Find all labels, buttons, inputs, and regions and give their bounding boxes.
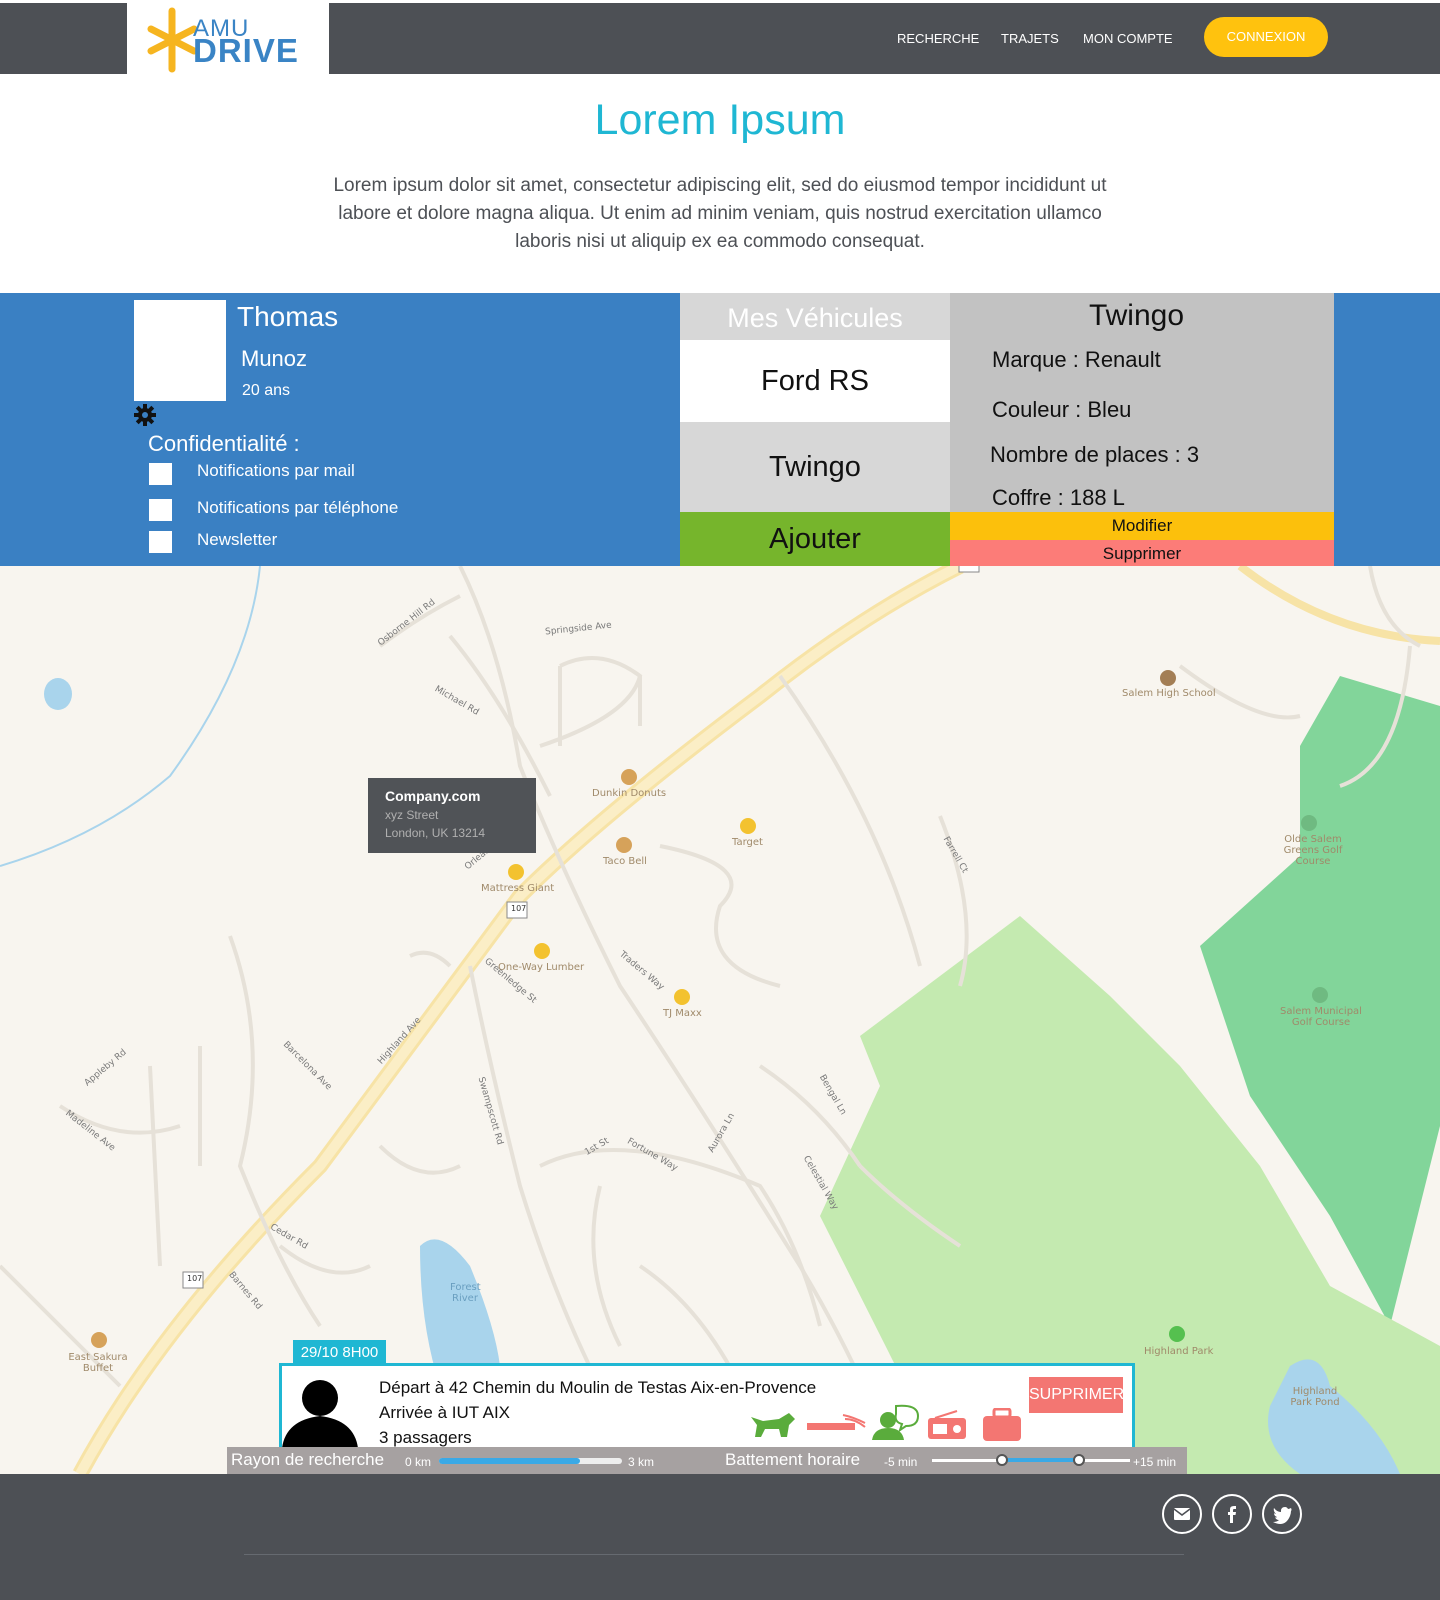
gear-icon[interactable] [134,404,156,426]
twitter-icon[interactable] [1262,1494,1302,1534]
radio-icon [928,1410,966,1439]
time-min-label: -5 min [884,1455,918,1469]
time-max-label: +15 min [1133,1455,1177,1469]
avatar[interactable] [134,300,226,401]
phone-notifications-label: Notifications par téléphone [197,498,399,517]
poi-label: Dunkin Donuts [592,788,667,799]
route-shield-label: 107 [963,566,978,567]
age: 20 ans [242,382,291,399]
radius-label: Rayon de recherche [231,1450,385,1469]
mail-notifications-checkbox[interactable] [149,463,172,485]
map-canvas [0,566,1440,1474]
vehicle-trunk: Coffre : 188 L [992,485,1125,510]
radius-min-label: 0 km [405,1455,432,1469]
time-window-range [1002,1458,1079,1462]
vehicles-panel: Mes Véhicules Ford RS Twingo Ajouter [680,293,950,566]
nav-mon-compte[interactable]: MON COMPTE [1083,31,1173,46]
poi-label: TJ Maxx [663,1008,702,1019]
delete-trip-button[interactable]: SUPPRIMER [1029,1377,1124,1413]
footer-divider [244,1554,1184,1555]
user-silhouette-icon [282,1380,358,1448]
map-tooltip-street: xyz Street [385,808,439,822]
privacy-title: Confidentialité : [148,431,300,456]
trip-departure: Départ à 42 Chemin du Moulin de Testas A… [379,1378,817,1397]
logo[interactable]: AMU DRIVE [127,3,329,74]
add-vehicle-button[interactable]: Ajouter [680,512,950,566]
phone-notifications-checkbox[interactable] [149,499,172,521]
last-name: Munoz [241,346,308,371]
vehicle-detail-title: Twingo [1088,299,1185,332]
poi-label: Mattress Giant [481,883,555,894]
newsletter-label: Newsletter [197,530,278,549]
route-shield-label: 107 [511,904,527,913]
star-logo-icon [147,7,198,73]
trip-passengers: 3 passagers [379,1428,472,1447]
vehicle-color: Couleur : Bleu [992,397,1132,422]
highland-ave-road [72,566,964,1474]
time-window-label: Battement horaire [725,1450,861,1469]
vehicle-brand: Marque : Renault [992,347,1161,372]
filters-bar: Rayon de recherche 0 km 3 km Battement h… [227,1447,1187,1474]
poi-label: Highland Park Pond [1290,1386,1340,1408]
poi-label: Olde Salem Greens Golf Course [1283,834,1343,867]
poi-label: East Sakura Buffet [68,1352,128,1374]
radius-slider-fill [439,1458,580,1464]
poi-label: Taco Bell [603,856,647,867]
route-shield-label: 107 [187,1274,203,1283]
facebook-icon[interactable] [1212,1494,1252,1534]
poi-label: Salem High School [1122,688,1216,699]
vehicle-seats: Nombre de places : 3 [990,442,1200,467]
nav-recherche[interactable]: RECHERCHE [897,31,979,46]
radius-slider[interactable] [439,1458,622,1464]
map-tooltip: Company.com xyz Street London, UK 13214 [368,778,536,853]
smoking-icon [807,1414,866,1430]
poi-label: One-Way Lumber [498,962,585,973]
vehicle-item-twingo[interactable]: Twingo [680,422,950,512]
time-window-handle-left[interactable] [996,1454,1008,1466]
pets-icon [751,1413,795,1437]
profile-band: Thomas Munoz 20 ans Confidentialité : No… [0,293,1440,568]
nav-trajets[interactable]: TRAJETS [1001,31,1059,46]
top-navbar: AMU DRIVE RECHERCHE TRAJETS MON COMPTE C… [0,3,1440,74]
logo-text-bottom: DRIVE [193,32,299,69]
time-window-handle-right[interactable] [1073,1454,1085,1466]
vehicle-item-ford-rs[interactable]: Ford RS [680,340,950,422]
page: AMU DRIVE RECHERCHE TRAJETS MON COMPTE C… [0,0,1440,1600]
newsletter-checkbox[interactable] [149,531,172,553]
time-window-slider[interactable] [932,1454,1130,1466]
pond [44,678,72,710]
vehicle-detail-panel: Twingo Marque : Renault Couleur : Bleu N… [950,293,1334,568]
radius-max-label: 3 km [628,1455,655,1469]
poi-label: Forest River [450,1282,481,1304]
delete-vehicle-button[interactable]: Supprimer [950,540,1334,568]
trip-card[interactable]: Départ à 42 Chemin du Moulin de Testas A… [279,1363,1135,1448]
intro-text: Lorem ipsum dolor sit amet, consectetur … [333,175,1107,252]
footer [0,1474,1440,1600]
poi-label: Salem Municipal Golf Course [1280,1006,1362,1028]
map-tooltip-title: Company.com [385,788,481,804]
mail-notifications-label: Notifications par mail [197,461,355,480]
trip-arrival: Arrivée à IUT AIX [379,1403,511,1422]
first-name: Thomas [237,301,339,332]
login-button[interactable]: CONNEXION [1204,17,1328,57]
chat-icon [872,1404,920,1440]
poi-label: Highland Park [1144,1346,1214,1357]
poi-label: Target [732,837,763,848]
trip-date-badge: 29/10 8H00 [293,1340,386,1364]
vehicles-header: Mes Véhicules [680,293,950,340]
mail-icon[interactable] [1162,1494,1202,1534]
luggage-icon [983,1408,1021,1441]
page-title: Lorem Ipsum [594,96,846,144]
map-tooltip-city: London, UK 13214 [385,826,486,840]
modify-vehicle-button[interactable]: Modifier [950,512,1334,540]
map[interactable]: Salem High School Dunkin Donuts Taco Bel… [0,566,1440,1474]
